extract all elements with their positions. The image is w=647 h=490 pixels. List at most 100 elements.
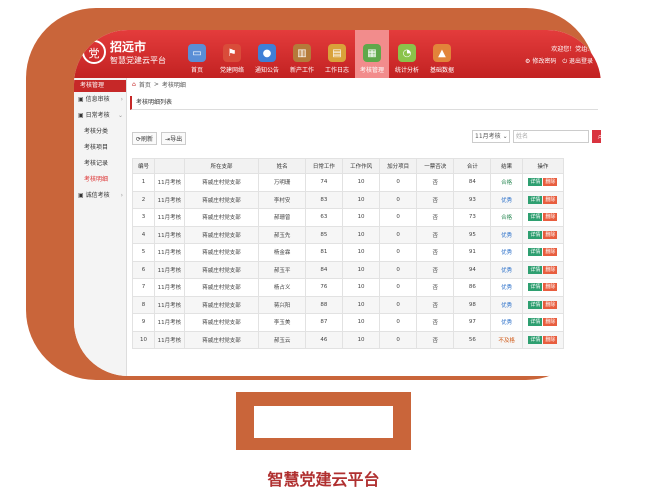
table-cell: 否 <box>416 243 455 262</box>
sidebar-group-0[interactable]: ▣ 信息审核 › <box>74 92 126 108</box>
result-cell: 优秀 <box>490 295 523 314</box>
screen: 党 招远市 智慧党建云平台 ▭ 首页 ⚑ 党建网络 ● 通知公告 ▥ 新产工作 ▤ 工作日志 ▦ 考核… <box>74 30 601 376</box>
nav-item-3[interactable]: ▥ 新产工作 <box>285 30 319 78</box>
sidebar-group-label: 诚信考核 <box>85 192 110 199</box>
detail-button[interactable]: 详情 <box>528 265 543 274</box>
table-cell: 94 <box>453 260 492 279</box>
export-button[interactable]: ⇥导出 <box>161 132 187 145</box>
nav-label: 工作日志 <box>324 67 349 74</box>
table-row: 1 11月考核 蒋戚庄村党支部 万明珊 74 10 0 否 84 合格 详情 删除 <box>131 173 565 192</box>
table-cell: 10 <box>341 190 381 209</box>
detail-button[interactable]: 详情 <box>528 178 543 187</box>
folder-icon: ▣ <box>78 112 84 119</box>
folder-icon: ▣ <box>78 96 84 103</box>
detail-button[interactable]: 详情 <box>528 195 543 204</box>
table-cell: 0 <box>379 243 418 262</box>
table-cell: 0 <box>379 173 418 192</box>
table-cell: 11月考核 <box>154 190 185 209</box>
monitor-icon: ▭ <box>188 44 206 62</box>
table-cell: 2 <box>131 190 156 209</box>
sidebar-subitem[interactable]: 考核项目 <box>74 140 126 156</box>
nav-item-0[interactable]: ▭ 首页 <box>180 30 214 78</box>
column-header: 姓名 <box>258 158 306 174</box>
result-cell: 合格 <box>490 173 523 192</box>
nav-label: 统计分析 <box>394 67 419 74</box>
table-cell: 76 <box>304 278 344 297</box>
column-header: 所在支部 <box>183 158 260 174</box>
table-row: 6 11月考核 蒋戚庄村党支部 郝玉平 84 10 0 否 94 优秀 详情 删除 <box>131 260 565 279</box>
logout-link[interactable]: ⏻ 退出登录 <box>562 56 593 66</box>
table-cell: 8 <box>131 295 156 314</box>
refresh-button[interactable]: ⟳刷新 <box>132 132 158 145</box>
table-cell: 杨金霖 <box>258 243 306 262</box>
detail-button[interactable]: 详情 <box>528 300 543 309</box>
assessment-table: 编号 所在支部 姓名 日常工作 工作作风 加分项目 一票否决 合计 结果 操作 1 11月考核 蒋戚庄… <box>131 158 565 349</box>
notebook-icon: ▤ <box>328 44 346 62</box>
top-nav: ▭ 首页 ⚑ 党建网络 ● 通知公告 ▥ 新产工作 ▤ 工作日志 ▦ 考核管理 ◔ 统计分析 ▲ 基础数据 <box>180 30 460 78</box>
table-cell: 0 <box>379 278 418 297</box>
detail-button[interactable]: 详情 <box>528 248 543 257</box>
detail-button[interactable]: 详情 <box>528 318 543 327</box>
delete-button[interactable]: 删除 <box>543 335 558 344</box>
breadcrumb-home[interactable]: 首页 <box>139 80 151 89</box>
sidebar-subitem[interactable]: 考核记录 <box>74 156 126 172</box>
table-cell: 84 <box>453 173 492 192</box>
column-header: 日常工作 <box>304 158 344 174</box>
search-button[interactable]: ⌕ <box>592 130 601 143</box>
table-cell: 李村安 <box>258 190 306 209</box>
sidebar-subitem[interactable]: 考核明细 <box>74 172 126 188</box>
actions-cell: 详情 删除 <box>521 190 565 209</box>
detail-button[interactable]: 详情 <box>528 283 543 292</box>
delete-button[interactable]: 删除 <box>543 178 558 187</box>
delete-button[interactable]: 删除 <box>543 195 558 204</box>
result-cell: 优秀 <box>490 313 523 332</box>
nav-item-1[interactable]: ⚑ 党建网络 <box>215 30 249 78</box>
table-cell: 3 <box>131 208 156 227</box>
month-select[interactable]: 11月考核 ⌄ <box>472 130 510 143</box>
chevron-down-icon: ⌄ <box>502 133 508 140</box>
detail-button[interactable]: 详情 <box>528 230 543 239</box>
actions-cell: 详情 删除 <box>521 225 565 244</box>
nav-item-2[interactable]: ● 通知公告 <box>250 30 284 78</box>
table-row: 2 11月考核 蒋戚庄村党支部 李村安 83 10 0 否 93 优秀 详情 删除 <box>131 190 565 209</box>
table-cell: 否 <box>416 330 455 349</box>
table-cell: 蒋戚庄村党支部 <box>183 190 260 209</box>
table-cell: 7 <box>131 278 156 297</box>
table-cell: 0 <box>379 190 418 209</box>
column-header: 编号 <box>131 158 156 174</box>
sidebar-group-1[interactable]: ▣ 日常考核 ⌄ <box>74 108 126 124</box>
nav-item-7[interactable]: ▲ 基础数据 <box>425 30 459 78</box>
sidebar-group-2[interactable]: ▣ 诚信考核 › <box>74 188 126 204</box>
table-cell: 11月考核 <box>154 278 185 297</box>
search-input[interactable]: 姓名 <box>513 130 589 143</box>
column-header: 操作 <box>521 158 565 174</box>
delete-button[interactable]: 删除 <box>543 300 558 309</box>
table-row: 8 11月考核 蒋戚庄村党支部 蒋兴阳 88 10 0 否 98 优秀 详情 删除 <box>131 295 565 314</box>
nav-item-4[interactable]: ▤ 工作日志 <box>320 30 354 78</box>
delete-button[interactable]: 删除 <box>543 230 558 239</box>
nav-label: 基础数据 <box>429 67 454 74</box>
delete-button[interactable]: 删除 <box>543 248 558 257</box>
column-header <box>154 158 185 174</box>
table-cell: 46 <box>304 330 344 349</box>
nav-item-6[interactable]: ◔ 统计分析 <box>390 30 424 78</box>
detail-button[interactable]: 详情 <box>528 335 543 344</box>
table-cell: 9 <box>131 313 156 332</box>
table-cell: 11月考核 <box>154 173 185 192</box>
table-cell: 蒋戚庄村党支部 <box>183 260 260 279</box>
platform-subtitle: 智慧党建云平台 <box>110 56 166 65</box>
delete-button[interactable]: 删除 <box>543 213 558 222</box>
table-cell: 否 <box>416 313 455 332</box>
detail-button[interactable]: 详情 <box>528 213 543 222</box>
table-cell: 否 <box>416 278 455 297</box>
nav-item-5[interactable]: ▦ 考核管理 <box>355 30 389 78</box>
delete-button[interactable]: 删除 <box>543 265 558 274</box>
delete-button[interactable]: 删除 <box>543 318 558 327</box>
table-cell: 0 <box>379 208 418 227</box>
modify-password-link[interactable]: ⚙ 修改密码 <box>525 56 556 66</box>
column-header: 结果 <box>490 158 523 174</box>
delete-button[interactable]: 删除 <box>543 283 558 292</box>
city-title: 招远市 <box>110 40 147 54</box>
table-cell: 97 <box>453 313 492 332</box>
sidebar-subitem[interactable]: 考核分类 <box>74 124 126 140</box>
